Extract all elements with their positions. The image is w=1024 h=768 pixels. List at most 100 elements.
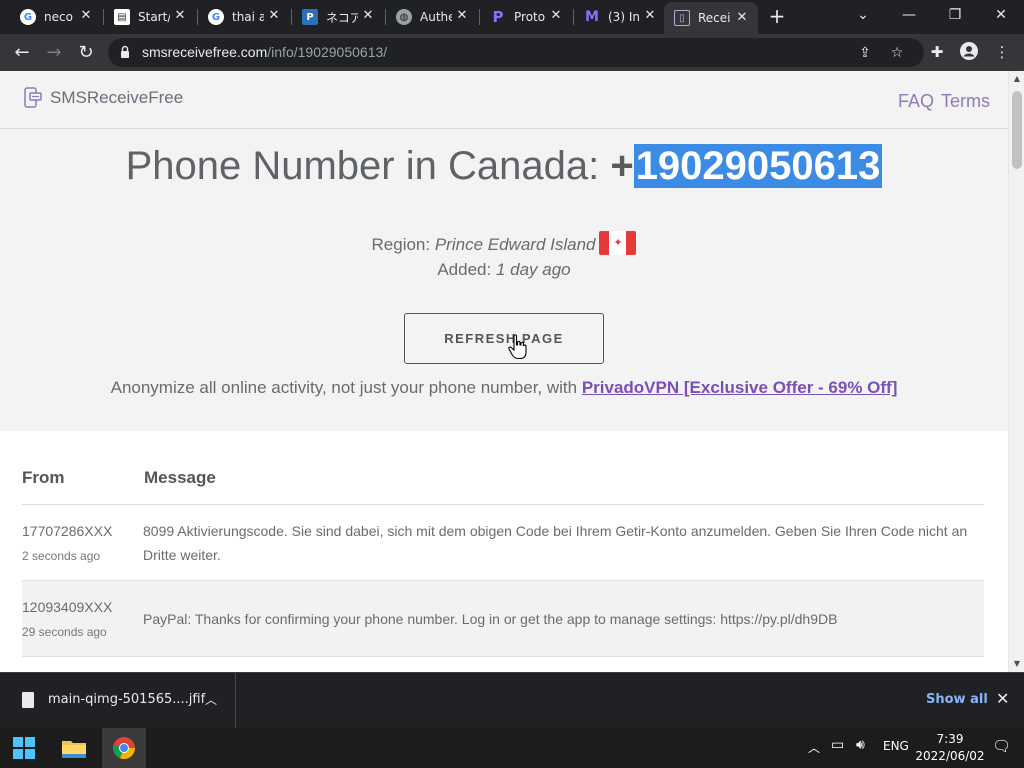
promo-text: Anonymize all online activity, not just … xyxy=(110,378,582,397)
globe-icon: ◍ xyxy=(396,9,412,25)
tray-overflow-chevron-icon[interactable]: ︿ xyxy=(808,739,820,756)
close-icon[interactable]: ✕ xyxy=(360,8,376,24)
sms-logo-icon xyxy=(24,87,42,108)
page-scrollbar[interactable]: ▲ ▼ xyxy=(1008,71,1024,672)
from-header: From xyxy=(22,468,65,487)
chrome-icon xyxy=(113,737,136,760)
tab-title: Authe xyxy=(420,10,452,24)
close-icon[interactable]: ✕ xyxy=(266,8,282,24)
notification-icon[interactable]: 🗨︎ xyxy=(992,737,1011,755)
p-square-icon: P xyxy=(302,9,318,25)
added-value: 1 day ago xyxy=(495,260,571,279)
folder-icon xyxy=(62,741,86,758)
taskbar-clock[interactable]: 7:39 2022/06/02 xyxy=(910,731,990,765)
proton-mail-icon: M xyxy=(585,9,599,25)
extensions-puzzle-icon[interactable]: ✚ xyxy=(927,42,947,62)
new-tab-button[interactable]: + xyxy=(766,6,788,28)
site-header: SMSReceiveFree FAQ Terms xyxy=(0,71,1008,129)
restore-button[interactable]: ❐ xyxy=(932,0,978,30)
region-line: Region: Prince Edward Island ✦ xyxy=(0,231,1008,255)
nav-terms-link[interactable]: Terms xyxy=(941,91,990,112)
clock-time: 7:39 xyxy=(936,732,964,746)
tab-2[interactable]: G thai a ✕ xyxy=(198,4,290,30)
menu-kebab-icon[interactable]: ⋮ xyxy=(992,42,1012,62)
share-icon[interactable]: ⇪ xyxy=(856,44,874,62)
logo-text: SMSReceiveFree xyxy=(50,88,184,107)
sender-number: 17707286XXX xyxy=(22,523,113,539)
close-icon[interactable]: ✕ xyxy=(642,8,658,24)
sms-logo-icon: ▯ xyxy=(674,10,690,26)
page-icon: ▤ xyxy=(114,9,130,25)
page-content: SMSReceiveFree FAQ Terms Phone Number in… xyxy=(0,71,1008,672)
windows-taskbar: ︿ ▭ 🔊︎ ENG 7:39 2022/06/02 🗨︎ xyxy=(0,728,1024,768)
profile-avatar-icon[interactable] xyxy=(959,42,979,62)
reload-button[interactable]: ↻ xyxy=(73,40,99,66)
title-plus: + xyxy=(610,144,634,188)
message-time: 2 seconds ago xyxy=(22,549,101,563)
page-title: Phone Number in Canada: +19029050613 xyxy=(0,144,1008,189)
tab-3[interactable]: P ネコア ✕ xyxy=(292,4,384,30)
message-text: 8099 Aktivierungscode. Sie sind dabei, s… xyxy=(143,523,968,563)
site-logo[interactable]: SMSReceiveFree xyxy=(22,87,183,109)
scrollbar-thumb[interactable] xyxy=(1012,91,1022,169)
tab-4[interactable]: ◍ Authe ✕ xyxy=(386,4,478,30)
added-line: Added: 1 day ago xyxy=(0,260,1008,280)
privadovpn-link[interactable]: PrivadoVPN [Exclusive Offer - 69% Off] xyxy=(582,378,898,397)
back-button[interactable]: ← xyxy=(9,40,35,66)
tab-title: neco xyxy=(44,10,73,24)
forward-button[interactable]: → xyxy=(41,40,67,66)
message-text: PayPal: Thanks for confirming your phone… xyxy=(143,611,838,627)
file-icon xyxy=(22,692,34,708)
google-icon: G xyxy=(20,9,36,25)
minimize-button[interactable]: — xyxy=(886,0,932,30)
chevron-up-icon[interactable]: ︿ xyxy=(205,691,217,708)
tab-search-icon[interactable]: ⌄ xyxy=(840,0,886,30)
scroll-down-arrow-icon[interactable]: ▼ xyxy=(1009,656,1024,672)
message-row: 17707286XXX 2 seconds ago 8099 Aktivieru… xyxy=(22,505,984,581)
lock-icon xyxy=(121,45,129,58)
tab-title: ネコア xyxy=(326,10,358,25)
message-header: Message xyxy=(144,468,216,487)
volume-icon[interactable]: 🔊︎ xyxy=(856,737,865,753)
address-bar[interactable]: smsreceivefree.com/info/19029050613/ ⇪ ☆ xyxy=(108,38,924,67)
promo-line: Anonymize all online activity, not just … xyxy=(0,378,1008,398)
network-icon[interactable]: ▭ xyxy=(831,737,844,753)
hand-cursor-icon xyxy=(508,334,527,360)
start-button[interactable] xyxy=(2,728,46,768)
clock-date: 2022/06/02 xyxy=(915,749,985,763)
tab-0[interactable]: G neco ✕ xyxy=(10,4,102,30)
close-icon[interactable]: ✕ xyxy=(172,8,188,24)
tab-title: Proto xyxy=(514,10,546,24)
scroll-up-arrow-icon[interactable]: ▲ xyxy=(1009,71,1024,87)
tab-1[interactable]: ▤ Start/ ✕ xyxy=(104,4,196,30)
tab-6[interactable]: M (3) In ✕ xyxy=(574,4,666,30)
region-value: Prince Edward Island xyxy=(434,235,596,254)
bookmark-star-icon[interactable]: ☆ xyxy=(888,44,906,62)
file-explorer-button[interactable] xyxy=(52,728,96,768)
close-icon[interactable]: ✕ xyxy=(548,8,564,24)
browser-toolbar: ← → ↻ smsreceivefree.com/info/1902905061… xyxy=(0,34,1024,71)
show-all-button[interactable]: Show all xyxy=(926,692,988,707)
close-window-button[interactable]: ✕ xyxy=(978,0,1024,30)
download-bar: main-qimg-501565....jfif ︿ Show all ✕ xyxy=(0,672,1024,729)
sender-number: 12093409XXX xyxy=(22,599,113,615)
messages-panel: From Message 17707286XXX 2 seconds ago 8… xyxy=(0,431,1008,672)
close-icon[interactable]: ✕ xyxy=(454,8,470,24)
phone-number[interactable]: 19029050613 xyxy=(633,144,883,188)
language-indicator[interactable]: ENG xyxy=(883,739,909,753)
google-icon: G xyxy=(208,9,224,25)
download-item[interactable]: main-qimg-501565....jfif ︿ xyxy=(0,673,236,729)
tab-5[interactable]: P Proto ✕ xyxy=(480,4,572,30)
tab-title: Recei xyxy=(698,11,730,25)
nav-faq-link[interactable]: FAQ xyxy=(898,91,934,112)
chrome-taskbar-button[interactable] xyxy=(102,728,146,768)
close-download-bar-icon[interactable]: ✕ xyxy=(996,689,1009,708)
close-icon[interactable]: ✕ xyxy=(78,8,94,24)
tab-strip: G neco ✕ ▤ Start/ ✕ G thai a ✕ P ネコア ✕ ◍… xyxy=(0,0,1024,34)
tab-7-active[interactable]: ▯ Recei ✕ xyxy=(664,2,758,34)
canada-flag-icon: ✦ xyxy=(599,231,637,255)
refresh-page-button[interactable]: REFRESH PAGE xyxy=(404,313,604,364)
proton-icon: P xyxy=(492,8,504,26)
tab-title: thai a xyxy=(232,10,264,24)
close-icon[interactable]: ✕ xyxy=(734,10,750,26)
